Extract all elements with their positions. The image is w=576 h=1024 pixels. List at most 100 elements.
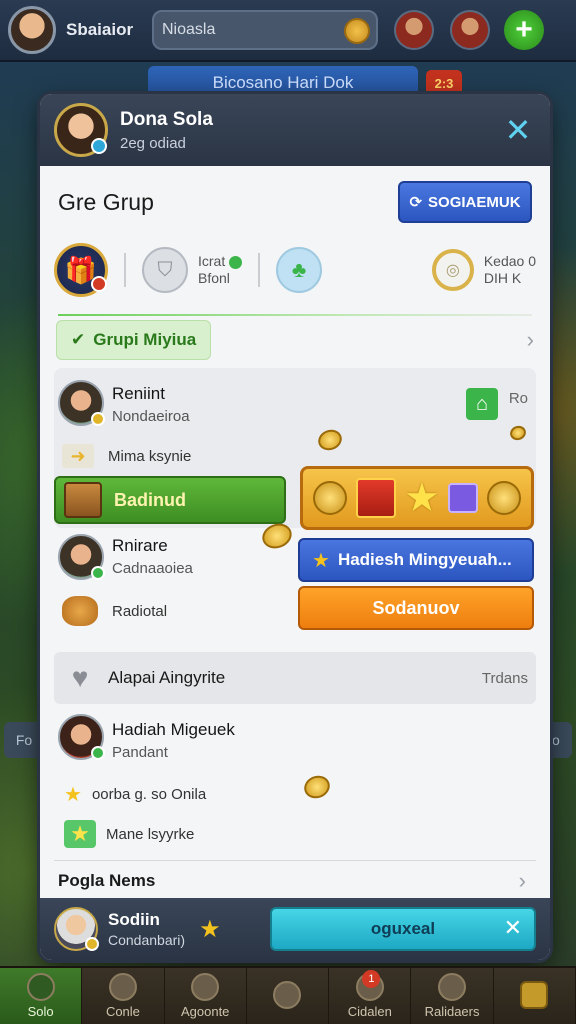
friend-name: Rnirare [112, 536, 168, 555]
modal-header: Dona Sola 2eg odiad ✕ [40, 94, 550, 166]
nav-item-agoonte[interactable]: Agoonte [165, 968, 247, 1024]
send-button[interactable]: Sodanuov [298, 586, 534, 630]
notification-action-button[interactable]: oguxeal ✕ [270, 907, 536, 951]
divider [258, 253, 261, 287]
nav-icon [108, 973, 137, 1001]
footer-label: Pogla Nems [58, 870, 156, 890]
reward-banner[interactable]: ★ [300, 466, 534, 530]
avatar[interactable] [58, 534, 105, 580]
nav-item-chat[interactable] [247, 968, 330, 1024]
gift-box-icon [355, 478, 396, 518]
modal-subtitle: 2eg odiad [120, 134, 186, 152]
coin-icon [486, 481, 521, 515]
add-friend-button[interactable]: + [504, 10, 544, 50]
frog-icon[interactable]: ♣ [276, 247, 323, 293]
group-chip-label: Grupi Miyiua [93, 330, 197, 349]
list-item: Reniint Nondaeiroa ⌂ Ro ➜ Mima ksynie Ba… [54, 368, 536, 530]
event-timer-badge: 2:3 [426, 70, 462, 96]
chevron-right-icon[interactable]: › [519, 868, 526, 894]
group-chip[interactable]: ✔ Grupi Miyiua [56, 320, 212, 360]
friend-avatar-icon[interactable] [394, 10, 434, 50]
nav-item-conle[interactable]: Conle [82, 968, 165, 1024]
arrow-icon: ➜ [62, 444, 94, 468]
coin-stat-icon[interactable]: ◎ [431, 249, 474, 291]
floating-coin-icon [301, 772, 333, 802]
check-icon: ✔ [71, 330, 86, 349]
group-action-button[interactable]: ⟳ SOGIAEMUK [398, 181, 532, 223]
task-label: Radiotal [112, 602, 168, 620]
avatar[interactable] [58, 714, 105, 760]
player-avatar[interactable] [8, 6, 56, 54]
star-icon: ★ [64, 784, 82, 806]
nav-item-ralidaers[interactable]: Ralidaers [411, 968, 494, 1024]
notification-name: Sodiin [108, 910, 160, 929]
coin-stat: Kedao 0 DIH K [483, 253, 536, 286]
claim-label: Badinud [114, 489, 186, 510]
nav-icon [191, 973, 220, 1001]
reward-row: ★ oorba g. so Onila [64, 782, 206, 807]
menu-icon [520, 980, 549, 1009]
close-icon[interactable]: ✕ [500, 112, 536, 148]
section-right-label: Trdans [481, 669, 528, 687]
gift-icon[interactable]: 🎁 [54, 243, 108, 297]
search-value: Nioasla [162, 21, 216, 38]
home-count: Ro [508, 390, 528, 407]
notification-bar: Sodiin Condanbari) ★ oguxeal ✕ [40, 898, 550, 960]
coin-icon [313, 481, 348, 515]
list-item: Rnirare Cadnaaoiea Radiotal ★ Hadiesh Mi… [54, 519, 536, 644]
group-row: Gre Grup ⟳ SOGIAEMUK [40, 180, 550, 224]
section-label: Alapai Aingyrite [108, 668, 226, 687]
task-row: ★ Mane lsyyrke [64, 820, 194, 848]
footer-row[interactable]: Pogla Nems › [54, 860, 536, 900]
avatar[interactable] [54, 907, 99, 951]
task-label: Mima ksynie [108, 447, 192, 465]
heart-icon: ♥ [71, 662, 89, 693]
weekly-gift-button[interactable]: ★ Hadiesh Mingyeuah... [298, 538, 534, 582]
star-icon: ★ [199, 915, 221, 943]
nav-item-menu[interactable] [494, 968, 576, 1024]
friend-name: Reniint [112, 384, 165, 403]
section-bar[interactable]: ♥ Alapai Aingyrite Trdans [54, 652, 536, 704]
group-modal: Dona Sola 2eg odiad ✕ Gre Grup ⟳ SOGIAEM… [40, 94, 550, 960]
reward-row-label: oorba g. so Onila [91, 786, 207, 803]
close-icon[interactable]: ✕ [504, 915, 522, 941]
purple-gift-icon [448, 483, 479, 513]
search-input[interactable]: Nioasla [152, 10, 378, 50]
star-badge-icon: ★ [64, 820, 96, 848]
floating-coin-icon [508, 423, 528, 443]
nav-item-cidalen[interactable]: 1 Cidalen [329, 968, 412, 1024]
side-tab-left[interactable]: Fo [4, 722, 44, 758]
home-icon[interactable]: ⌂ [466, 388, 498, 420]
friend-avatar-icon-2[interactable] [450, 10, 490, 50]
nav-item-solo[interactable]: Solo [0, 968, 83, 1024]
nav-icon [438, 973, 467, 1001]
shield-icon[interactable]: ⛉ [142, 247, 188, 293]
refresh-icon: ⟳ [409, 194, 423, 211]
chat-icon [273, 980, 302, 1009]
friend-subtitle: Nondaeiroa [112, 408, 190, 425]
coin-icon [344, 18, 370, 44]
weekly-gift-label: Hadiesh Mingyeuah... [337, 550, 512, 569]
star-icon: ★ [312, 549, 330, 572]
group-action-label: SOGIAEMUK [428, 193, 521, 211]
status-dot [91, 138, 107, 154]
avatar[interactable] [58, 380, 105, 426]
player-name: Sbaiaior [66, 20, 134, 39]
nav-icon [26, 973, 55, 1001]
friend-subtitle: Pandant [112, 744, 168, 761]
stats-row: 🎁 ⛉ Icrat Bfonl ♣ ◎ Kedao 0 DIH K [54, 240, 536, 300]
claim-button[interactable]: Badinud [54, 476, 286, 524]
divider [124, 253, 126, 287]
chevron-right-icon[interactable]: › [527, 327, 534, 353]
list-item: Hadiah Migeuek Pandant ★ oorba g. so Oni… [54, 712, 536, 862]
cookie-icon [62, 596, 98, 626]
modal-title: Dona Sola [120, 108, 213, 130]
section-divider [58, 314, 532, 316]
floating-coin-icon [315, 426, 345, 454]
friend-name: Hadiah Migeuek [112, 720, 235, 739]
group-chip-row[interactable]: ✔ Grupi Miyiua › [56, 320, 534, 360]
friend-list: Reniint Nondaeiroa ⌂ Ro ➜ Mima ksynie Ba… [54, 368, 536, 862]
star-icon: ★ [404, 476, 440, 520]
crate-icon [64, 482, 102, 518]
notification-subtitle: Condanbari) [108, 932, 186, 948]
